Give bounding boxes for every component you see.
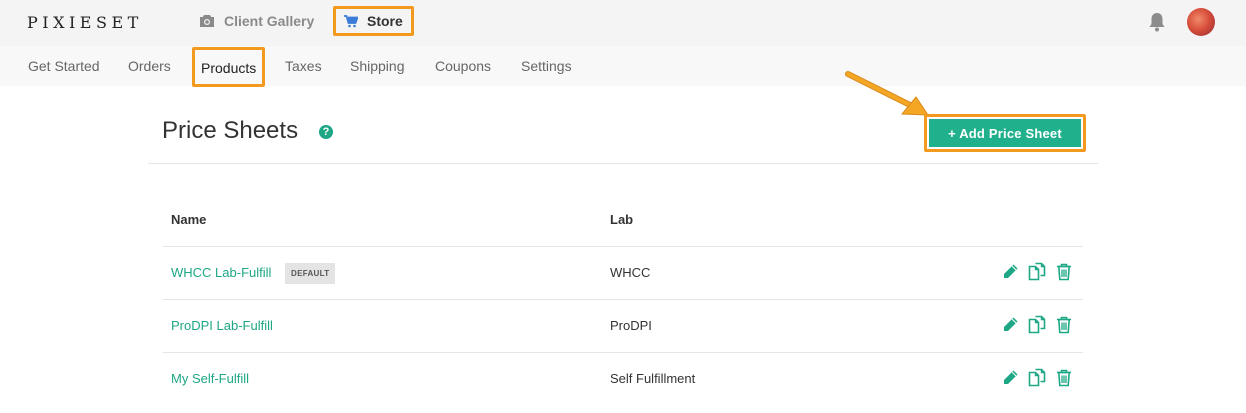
subnav-orders[interactable]: Orders	[128, 46, 171, 86]
price-sheet-link[interactable]: WHCC Lab-Fulfill	[171, 265, 271, 280]
add-price-sheet-highlight: + Add Price Sheet	[924, 114, 1086, 152]
pencil-icon[interactable]	[1002, 263, 1019, 280]
price-sheet-link[interactable]: My Self-Fulfill	[171, 371, 249, 386]
nav-client-gallery[interactable]: Client Gallery	[199, 0, 314, 42]
price-sheet-link[interactable]: ProDPI Lab-Fulfill	[171, 318, 273, 333]
sub-nav: Get Started Orders Products Taxes Shippi…	[0, 46, 1246, 87]
top-bar: PIXIESET Client Gallery Store	[0, 0, 1246, 46]
add-price-sheet-button[interactable]: + Add Price Sheet	[929, 119, 1081, 147]
row-actions	[1002, 368, 1072, 387]
nav-store-label: Store	[367, 13, 403, 29]
copy-icon[interactable]	[1028, 315, 1047, 334]
pencil-icon[interactable]	[1002, 369, 1019, 386]
divider	[148, 163, 1098, 164]
divider	[163, 246, 1083, 247]
subnav-taxes[interactable]: Taxes	[285, 46, 322, 86]
divider	[163, 299, 1083, 300]
page-title: Price Sheets	[162, 117, 299, 144]
subnav-shipping[interactable]: Shipping	[350, 46, 405, 86]
avatar[interactable]	[1187, 8, 1215, 36]
copy-icon[interactable]	[1028, 262, 1047, 281]
help-icon[interactable]: ?	[319, 125, 333, 139]
cart-icon	[344, 14, 358, 28]
nav-store[interactable]: Store	[333, 6, 414, 36]
trash-icon[interactable]	[1056, 263, 1072, 281]
pencil-icon[interactable]	[1002, 316, 1019, 333]
row-actions	[1002, 262, 1072, 281]
trash-icon[interactable]	[1056, 316, 1072, 334]
subnav-coupons[interactable]: Coupons	[435, 46, 491, 86]
logo[interactable]: PIXIESET	[27, 13, 143, 32]
subnav-products[interactable]: Products	[192, 47, 266, 87]
nav-client-gallery-label: Client Gallery	[224, 13, 315, 29]
trash-icon[interactable]	[1056, 369, 1072, 387]
divider	[163, 352, 1083, 353]
row-actions	[1002, 315, 1072, 334]
subnav-settings[interactable]: Settings	[521, 46, 572, 86]
arrow-icon	[845, 71, 929, 116]
column-header-lab: Lab	[610, 212, 634, 227]
default-badge: DEFAULT	[285, 263, 336, 284]
lab-cell: ProDPI	[610, 318, 652, 333]
camera-icon	[199, 14, 215, 28]
subnav-get-started[interactable]: Get Started	[28, 46, 100, 86]
lab-cell: WHCC	[610, 265, 651, 280]
bell-icon[interactable]	[1147, 11, 1167, 38]
column-header-name: Name	[171, 212, 207, 227]
copy-icon[interactable]	[1028, 368, 1047, 387]
lab-cell: Self Fulfillment	[610, 371, 696, 386]
